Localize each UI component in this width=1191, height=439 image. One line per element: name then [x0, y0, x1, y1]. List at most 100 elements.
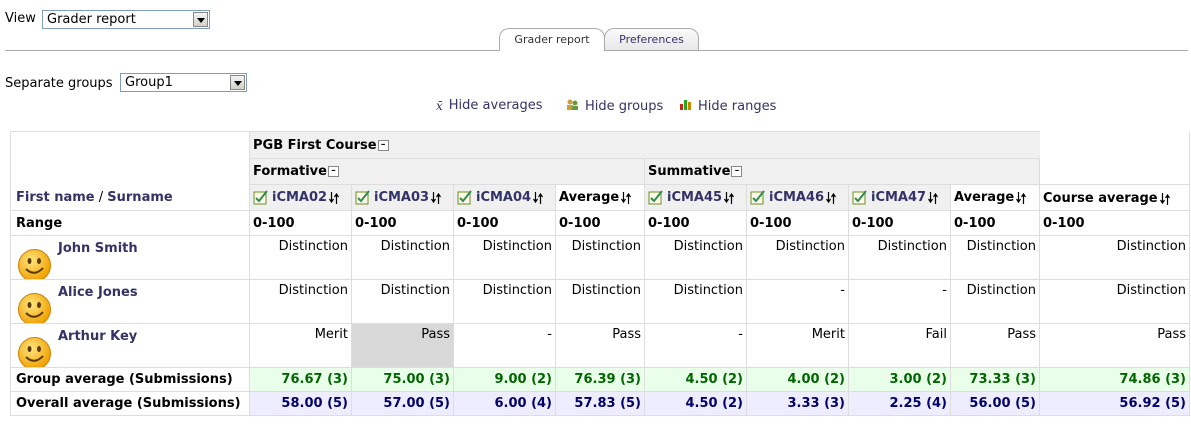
- student-name-link[interactable]: John Smith: [58, 241, 138, 256]
- student-cell: John Smith: [10, 235, 250, 280]
- quiz-icon: [750, 190, 765, 205]
- group-average-cell: 75.00 (3): [351, 367, 454, 392]
- grade-cell[interactable]: Distinction: [644, 279, 747, 324]
- grade-item-link[interactable]: iCMA45: [667, 190, 722, 205]
- sort-surname-link[interactable]: Surname: [107, 190, 172, 205]
- groups-select[interactable]: Group1: [120, 73, 247, 92]
- sort-icon[interactable]: [431, 191, 442, 204]
- group-average-cell: 76.67 (3): [249, 367, 352, 392]
- name-separator: /: [94, 190, 108, 205]
- grade-cell[interactable]: Pass: [555, 323, 645, 368]
- grade-item-link[interactable]: iCMA46: [769, 190, 824, 205]
- grader-table: First name / Surname PGB First Course – F…: [10, 131, 1190, 416]
- grade-cell[interactable]: Distinction: [249, 235, 352, 280]
- student-name-link[interactable]: Arthur Key: [58, 329, 137, 344]
- grade-cell[interactable]: -: [848, 279, 951, 324]
- group-average-row: Group average (Submissions) 76.67 (3) 75.…: [10, 367, 1190, 392]
- chevron-down-icon[interactable]: [230, 75, 245, 90]
- grade-cell[interactable]: Distinction: [950, 279, 1040, 324]
- group-average-cell: 3.00 (2): [848, 367, 951, 392]
- grade-cell[interactable]: Distinction: [848, 235, 951, 280]
- table-row: Alice Jones Distinction Distinction Distinc…: [10, 279, 1190, 324]
- grade-cell[interactable]: Distinction: [351, 235, 454, 280]
- grade-cell[interactable]: Distinction: [351, 279, 454, 324]
- grade-cell[interactable]: -: [453, 323, 556, 368]
- sort-icon[interactable]: [533, 191, 544, 204]
- column-header: Average: [950, 184, 1040, 211]
- overall-average-cell: 3.33 (3): [746, 391, 849, 416]
- grade-cell[interactable]: Distinction: [453, 279, 556, 324]
- chevron-down-icon[interactable]: [193, 12, 208, 27]
- sort-icon[interactable]: [928, 191, 939, 204]
- student-cell: Arthur Key: [10, 323, 250, 368]
- column-header: Course average: [1039, 184, 1190, 211]
- view-select-value: Grader report: [47, 12, 136, 27]
- grade-cell[interactable]: Distinction: [1039, 235, 1190, 280]
- sort-icon[interactable]: [1159, 192, 1170, 205]
- groups-select-value: Group1: [125, 75, 173, 90]
- avatar[interactable]: [17, 336, 52, 367]
- tab-preferences[interactable]: Preferences: [604, 28, 699, 50]
- range-cell: 0-100: [249, 210, 352, 236]
- grade-cell[interactable]: Distinction: [746, 235, 849, 280]
- overall-average-cell: 2.25 (4): [848, 391, 951, 416]
- grade-item-link[interactable]: iCMA47: [871, 190, 926, 205]
- sort-first-name-link[interactable]: First name: [16, 190, 95, 205]
- sort-icon[interactable]: [621, 191, 632, 204]
- student-name-link[interactable]: Alice Jones: [58, 285, 138, 300]
- group-average-cell: 4.00 (2): [746, 367, 849, 392]
- grade-cell[interactable]: Distinction: [1039, 279, 1190, 324]
- grade-cell[interactable]: Pass: [1039, 323, 1190, 368]
- grade-cell[interactable]: Distinction: [453, 235, 556, 280]
- collapse-icon[interactable]: –: [327, 166, 339, 177]
- table-row: Arthur Key Merit Pass - Pass - Merit Fail Pass Pa…: [10, 323, 1190, 368]
- sort-icon[interactable]: [1016, 191, 1027, 204]
- grade-cell[interactable]: Pass: [351, 323, 454, 368]
- hide-groups-link[interactable]: Hide groups: [566, 98, 663, 115]
- group-average-cell: 4.50 (2): [644, 367, 747, 392]
- group-average-cell: 74.86 (3): [1039, 367, 1190, 392]
- category-summative: Summative –: [644, 158, 1040, 185]
- grade-cell[interactable]: Distinction: [644, 235, 747, 280]
- range-label: Range: [10, 210, 250, 236]
- column-header: iCMA02: [249, 184, 352, 211]
- range-cell: 0-100: [555, 210, 645, 236]
- range-cell: 0-100: [746, 210, 849, 236]
- collapse-icon[interactable]: –: [377, 139, 389, 151]
- range-cell: 0-100: [1039, 210, 1190, 236]
- grade-cell[interactable]: -: [746, 279, 849, 324]
- grade-cell[interactable]: -: [644, 323, 747, 368]
- sort-icon[interactable]: [724, 191, 735, 204]
- category-formative-label: Formative: [253, 164, 327, 179]
- avatar[interactable]: [17, 248, 52, 279]
- sort-icon[interactable]: [826, 191, 837, 204]
- range-cell: 0-100: [950, 210, 1040, 236]
- average-column-label: Course average: [1043, 191, 1158, 206]
- grade-item-link[interactable]: iCMA04: [476, 190, 531, 205]
- overall-average-cell: 57.83 (5): [555, 391, 645, 416]
- grade-cell[interactable]: Merit: [746, 323, 849, 368]
- grade-cell[interactable]: Distinction: [249, 279, 352, 324]
- grade-cell[interactable]: Distinction: [950, 235, 1040, 280]
- sort-icon[interactable]: [329, 191, 340, 204]
- view-select[interactable]: Grader report: [42, 10, 210, 29]
- bar-chart-icon: [680, 98, 692, 114]
- collapse-icon[interactable]: –: [731, 166, 743, 177]
- average-column-label: Average: [559, 190, 620, 205]
- grade-cell[interactable]: Fail: [848, 323, 951, 368]
- tab-grader-report[interactable]: Grader report: [499, 28, 605, 51]
- grade-cell[interactable]: Pass: [950, 323, 1040, 368]
- avatar-smiley-icon: [18, 249, 51, 279]
- grade-cell[interactable]: Merit: [249, 323, 352, 368]
- grade-cell[interactable]: Distinction: [555, 235, 645, 280]
- hide-averages-link[interactable]: x̄ Hide averages: [436, 98, 543, 113]
- range-cell: 0-100: [848, 210, 951, 236]
- group-average-cell: 73.33 (3): [950, 367, 1040, 392]
- student-cell: Alice Jones: [10, 279, 250, 324]
- grade-item-link[interactable]: iCMA02: [272, 190, 327, 205]
- hide-ranges-link[interactable]: Hide ranges: [680, 98, 776, 114]
- column-header: iCMA04: [453, 184, 556, 211]
- grade-cell[interactable]: Distinction: [555, 279, 645, 324]
- avatar[interactable]: [17, 292, 52, 323]
- grade-item-link[interactable]: iCMA03: [374, 190, 429, 205]
